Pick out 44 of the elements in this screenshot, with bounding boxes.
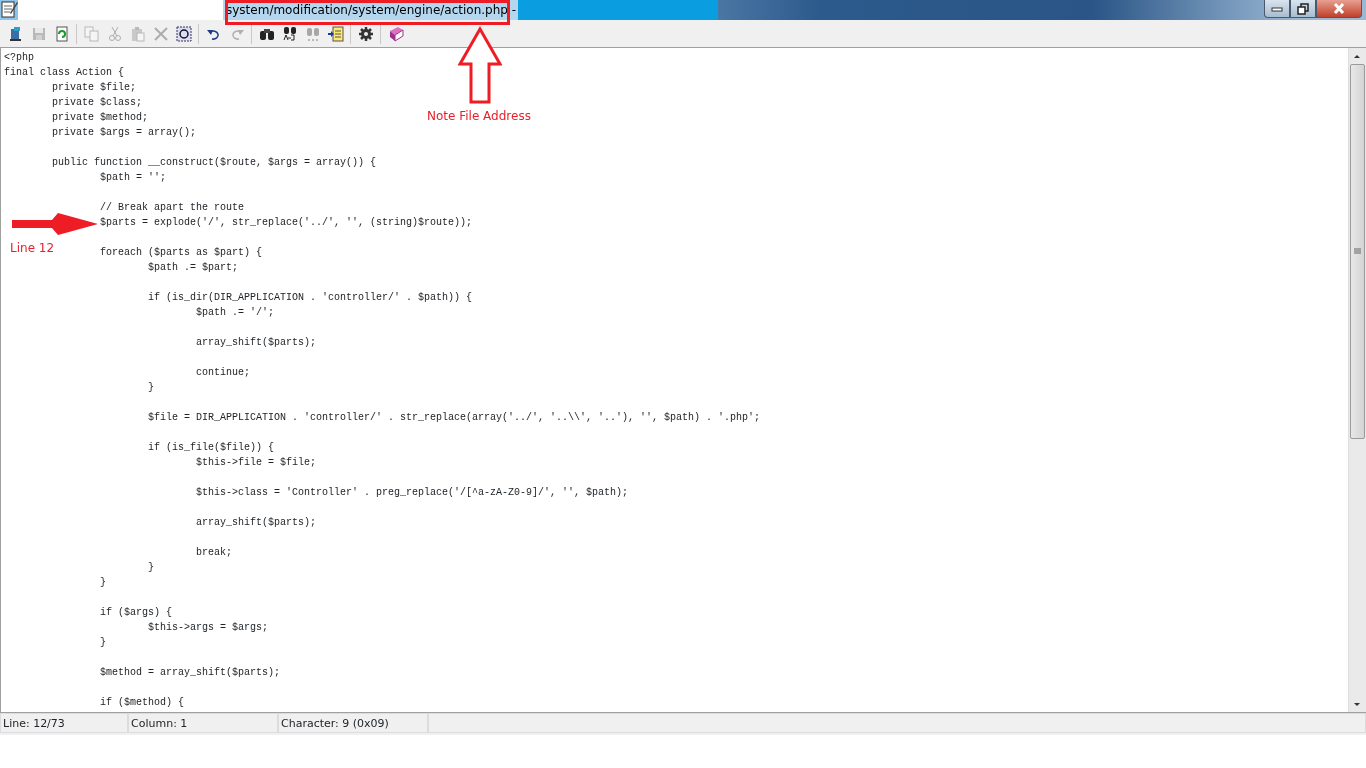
code-line: $path .= $part; <box>148 261 239 275</box>
code-line: if (is_file($file)) { <box>148 441 275 455</box>
code-line: private $method; <box>52 111 148 125</box>
code-line: private $args = array(); <box>52 126 197 140</box>
code-line: if ($args) { <box>100 606 173 620</box>
code-line: private $file; <box>52 81 136 95</box>
code-line: <?php <box>4 51 34 65</box>
code-line: $method = array_shift($parts); <box>100 666 281 680</box>
code-line: if ($method) { <box>100 696 185 710</box>
code-line: continue; <box>196 366 251 380</box>
code-line: private $class; <box>52 96 142 110</box>
status-text: Column: 1 <box>128 713 278 733</box>
annotation-label: Note File Address <box>427 108 531 125</box>
minimize-button[interactable] <box>1264 0 1290 18</box>
code-line: break; <box>196 546 233 560</box>
code-line: $parts = explode('/', str_replace('../', '', (string)$route)); <box>100 216 473 230</box>
close-button[interactable] <box>1316 0 1362 18</box>
code-line: } <box>148 381 155 395</box>
code-line: $this->args = $args; <box>148 621 269 635</box>
code-line: $file = DIR_APPLICATION . 'controller/' . str_replace(array('../', '..\\', '..'), '', $path) . '.php'; <box>148 411 761 425</box>
restore-icon <box>1297 2 1309 15</box>
code-line: public function __construct($route, $args = array()) { <box>52 156 377 170</box>
code-line: } <box>100 576 107 590</box>
code-line: $this->class = 'Controller' . preg_replace('/[^a-zA-Z0-9]/', '', $path); <box>196 486 629 500</box>
code-line: array_shift($parts); <box>196 516 317 530</box>
annotation-label: Line 12 <box>10 240 55 257</box>
code-line: // Break apart the route <box>100 201 245 215</box>
close-icon <box>1333 3 1345 14</box>
vertical-scrollbar[interactable] <box>1348 48 1366 712</box>
code-line: } <box>100 636 107 650</box>
code-line: foreach ($parts as $part) { <box>100 246 263 260</box>
code-line: $this->file = $file; <box>196 456 317 470</box>
restore-button[interactable] <box>1290 0 1316 18</box>
code-line: final class Action { <box>4 66 125 80</box>
status-text: Line: 12/73 <box>0 713 128 733</box>
scroll-thumb[interactable] <box>1350 64 1365 439</box>
code-line: if (is_dir(DIR_APPLICATION . 'controller/' . $path)) { <box>148 291 473 305</box>
code-line: } <box>148 561 155 575</box>
code-line: array_shift($parts); <box>196 336 317 350</box>
code-line: $path .= '/'; <box>196 306 275 320</box>
notepad-icon <box>0 0 18 18</box>
code-line: $path = ''; <box>100 171 167 185</box>
status-text: Character: 9 (0x09) <box>278 713 428 733</box>
minimize-icon <box>1271 5 1283 12</box>
